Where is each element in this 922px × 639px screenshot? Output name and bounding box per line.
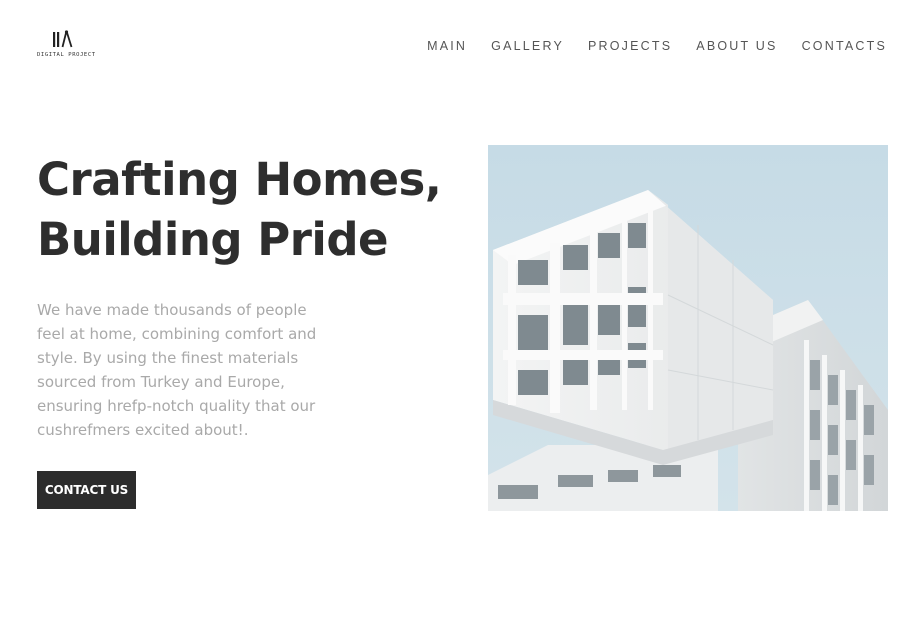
- architect-compass-logo-icon: [53, 30, 73, 48]
- hero-title: Crafting Homes, Building Pride: [37, 150, 467, 270]
- hero-description: We have made thousands of people feel at…: [37, 301, 317, 439]
- site-header: DIGITAL PROJECT MAIN GALLERY PROJECTS AB…: [0, 0, 922, 90]
- hero-building-image: [488, 145, 888, 511]
- nav-item-about-us[interactable]: ABOUT US: [696, 38, 777, 54]
- nav-item-projects[interactable]: PROJECTS: [588, 38, 672, 54]
- hero-title-line-2: Building Pride: [37, 213, 389, 266]
- hero-title-line-1: Crafting Homes,: [37, 153, 442, 206]
- logo-text: DIGITAL PROJECT: [37, 52, 96, 58]
- nav-item-main[interactable]: MAIN: [427, 38, 467, 54]
- building-photo-illustration: [488, 145, 888, 511]
- main-nav: MAIN GALLERY PROJECTS ABOUT US CONTACTS: [427, 38, 887, 54]
- brand-logo[interactable]: DIGITAL PROJECT: [37, 30, 96, 64]
- nav-item-contacts[interactable]: CONTACTS: [802, 38, 887, 54]
- contact-us-button[interactable]: CONTACT US: [37, 471, 136, 509]
- nav-item-gallery[interactable]: GALLERY: [491, 38, 564, 54]
